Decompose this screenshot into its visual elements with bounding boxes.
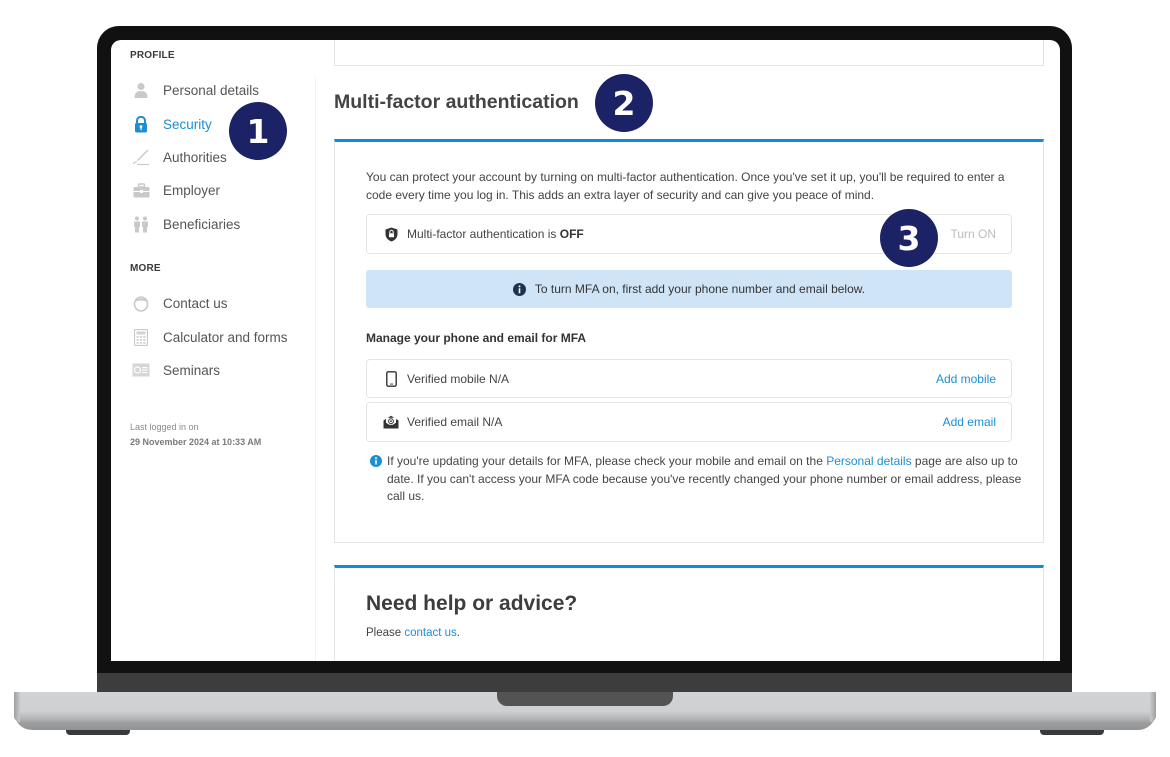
sidebar-item-contact-us[interactable]: Contact us <box>130 293 310 313</box>
pen-icon <box>132 148 150 166</box>
callout-badge-1: 1 <box>229 102 287 160</box>
mfa-status-prefix: Multi-factor authentication is <box>407 227 560 241</box>
contact-icon <box>132 294 150 312</box>
beneficiaries-icon <box>132 215 150 233</box>
email-icon <box>383 414 399 430</box>
mobile-phone-icon <box>383 370 399 387</box>
laptop-hinge <box>97 673 1072 692</box>
info-icon <box>512 282 526 296</box>
sidebar-item-employer[interactable]: Employer <box>130 180 310 200</box>
help-card: Need help or advice? Please contact us. <box>334 565 1044 661</box>
verified-email-text: Verified email N/A <box>407 415 503 429</box>
help-suffix: . <box>456 627 460 639</box>
sidebar-item-label: Contact us <box>163 295 228 311</box>
verified-mobile-text: Verified mobile N/A <box>407 371 510 386</box>
callout-badge-2: 2 <box>595 74 653 132</box>
previous-section-card <box>334 40 1044 66</box>
laptop-foot-right <box>1040 730 1104 735</box>
calculator-icon <box>132 328 150 346</box>
contact-us-link[interactable]: contact us <box>404 627 456 639</box>
person-icon <box>132 81 150 99</box>
mfa-status-text: Multi-factor authentication is OFF <box>407 227 584 241</box>
page-title: Multi-factor authentication <box>334 91 579 113</box>
lock-icon <box>132 115 150 133</box>
mfa-card: You can protect your account by turning … <box>334 139 1044 543</box>
info-icon <box>370 455 382 467</box>
laptop-foot-left <box>66 730 130 735</box>
sidebar-heading-more: MORE <box>130 263 161 274</box>
help-text: Please contact us. <box>366 627 460 639</box>
callout-badge-3: 3 <box>880 209 938 267</box>
note-text-before: If you're updating your details for MFA,… <box>387 454 827 468</box>
verified-mobile-row: Verified mobile N/A Add mobile <box>366 359 1012 398</box>
mfa-help-note: If you're updating your details for MFA,… <box>366 453 1027 506</box>
banner-text: To turn MFA on, first add your phone num… <box>534 282 866 296</box>
add-email-link[interactable]: Add email <box>943 415 996 429</box>
mfa-status-value: OFF <box>559 227 584 241</box>
sidebar-divider <box>315 77 316 661</box>
help-title: Need help or advice? <box>366 592 578 615</box>
sidebar-item-label: Personal details <box>163 82 260 98</box>
sidebar-item-label: Calculator and forms <box>163 329 288 345</box>
sidebar-item-label: Security <box>163 116 212 132</box>
seminars-icon <box>132 361 150 379</box>
help-prefix: Please <box>366 627 405 639</box>
last-login-label: Last logged in on <box>130 422 199 432</box>
turn-on-mfa-button[interactable]: Turn ON <box>950 227 996 241</box>
personal-details-link[interactable]: Personal details <box>826 454 911 468</box>
sidebar-item-authorities[interactable]: Authorities <box>130 147 310 167</box>
mfa-description: You can protect your account by turning … <box>366 170 1005 202</box>
sidebar-item-label: Authorities <box>163 149 227 165</box>
sidebar-item-personal-details[interactable]: Personal details <box>130 80 310 100</box>
shield-lock-icon <box>383 226 399 242</box>
sidebar-item-seminars[interactable]: Seminars <box>130 360 310 380</box>
sidebar-item-calculator-and-forms[interactable]: Calculator and forms <box>130 327 310 347</box>
sidebar-item-label: Employer <box>163 182 221 198</box>
sidebar-item-label: Beneficiaries <box>163 216 241 232</box>
manage-contacts-heading: Manage your phone and email for MFA <box>366 331 587 345</box>
add-mobile-link[interactable]: Add mobile <box>936 372 996 386</box>
mfa-info-banner: To turn MFA on, first add your phone num… <box>366 270 1012 308</box>
briefcase-icon <box>132 181 150 199</box>
sidebar-heading-profile: PROFILE <box>130 50 175 61</box>
sidebar-item-label: Seminars <box>163 362 221 378</box>
laptop-notch <box>497 692 673 706</box>
sidebar-item-beneficiaries[interactable]: Beneficiaries <box>130 214 310 234</box>
last-login-value: 29 November 2024 at 10:33 AM <box>130 437 262 447</box>
verified-email-row: Verified email N/A Add email <box>366 402 1012 442</box>
